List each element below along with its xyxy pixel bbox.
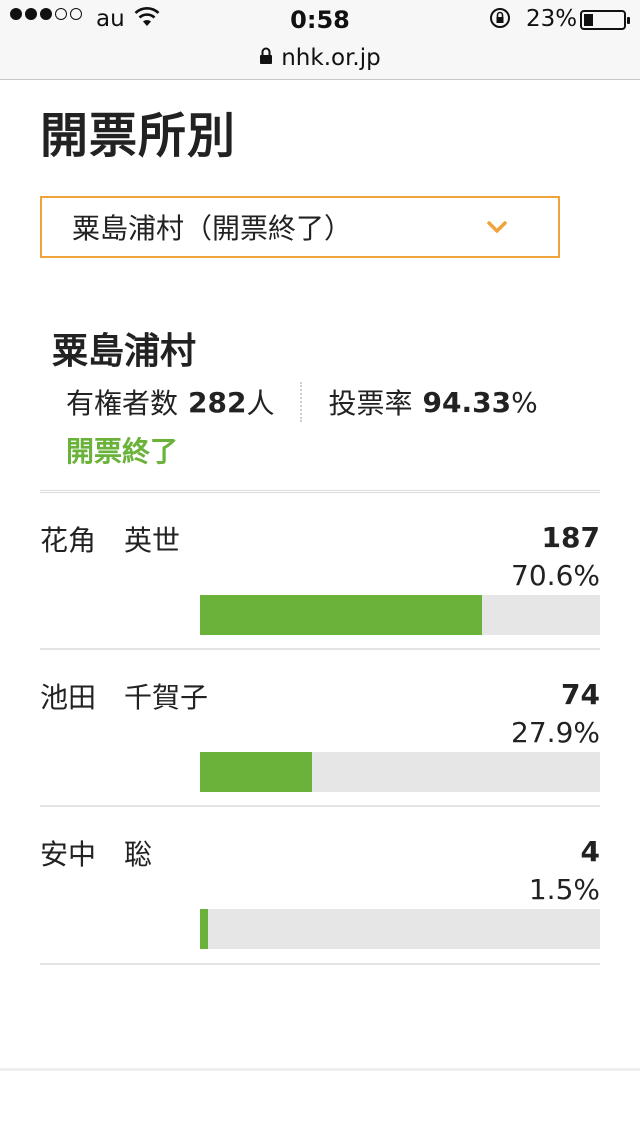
candidate-percent: 1.5% bbox=[528, 873, 600, 906]
battery-percent: 23% bbox=[526, 6, 578, 32]
battery-level bbox=[584, 14, 593, 26]
vote-bar-track bbox=[200, 909, 600, 949]
battery-icon bbox=[580, 10, 630, 30]
candidate-votes: 74 bbox=[561, 678, 600, 711]
municipality-name: 粟島浦村 bbox=[52, 331, 197, 372]
candidate-votes: 187 bbox=[541, 521, 600, 554]
padlock-icon bbox=[259, 47, 273, 70]
stats-divider bbox=[300, 382, 303, 422]
candidate-votes: 4 bbox=[580, 835, 600, 868]
browser-chrome: au 0:58 23% nhk.or.jp bbox=[0, 0, 640, 80]
status-bar: au 0:58 23% bbox=[0, 0, 640, 40]
turnout-unit: % bbox=[511, 385, 538, 419]
vote-bar-fill bbox=[200, 752, 312, 792]
address-bar[interactable]: nhk.or.jp bbox=[0, 40, 640, 76]
rotation-lock-icon bbox=[488, 6, 512, 36]
select-value[interactable]: 粟島浦村（開票終了） bbox=[72, 207, 352, 247]
turnout-value: 94.33 bbox=[422, 385, 512, 419]
voters-label: 有権者数 bbox=[66, 387, 179, 420]
candidate-name: 花角 英世 bbox=[40, 524, 181, 557]
candidate-percent: 70.6% bbox=[511, 559, 600, 592]
vote-bar-track bbox=[200, 595, 600, 635]
count-status: 開票終了 bbox=[66, 435, 179, 468]
chevron-down-icon[interactable] bbox=[486, 216, 508, 238]
vote-bar-track bbox=[200, 752, 600, 792]
turnout-label: 投票率 bbox=[328, 387, 413, 420]
candidate-row: 安中 聡 4 1.5% bbox=[40, 807, 600, 965]
voters-value: 282 bbox=[188, 385, 247, 419]
candidate-row: 池田 千賀子 74 27.9% bbox=[40, 650, 600, 807]
candidate-name: 安中 聡 bbox=[40, 838, 153, 871]
url-text[interactable]: nhk.or.jp bbox=[281, 45, 381, 71]
candidate-name: 池田 千賀子 bbox=[40, 681, 209, 714]
voters-unit: 人 bbox=[246, 387, 275, 420]
vote-bar-fill bbox=[200, 595, 483, 635]
municipality-stats: 有権者数 282 人 投票率 94.33 % bbox=[66, 382, 538, 422]
candidate-row: 花角 英世 187 70.6% bbox=[40, 493, 600, 650]
vote-bar-fill bbox=[200, 909, 208, 949]
page-title: 開票所別 bbox=[40, 108, 237, 164]
municipality-select[interactable]: 粟島浦村（開票終了） bbox=[40, 196, 560, 258]
results-list: 花角 英世 187 70.6% 池田 千賀子 74 27.9% 安中 聡 4 1… bbox=[40, 490, 600, 965]
candidate-percent: 27.9% bbox=[511, 716, 600, 749]
footer-divider bbox=[0, 1068, 640, 1071]
